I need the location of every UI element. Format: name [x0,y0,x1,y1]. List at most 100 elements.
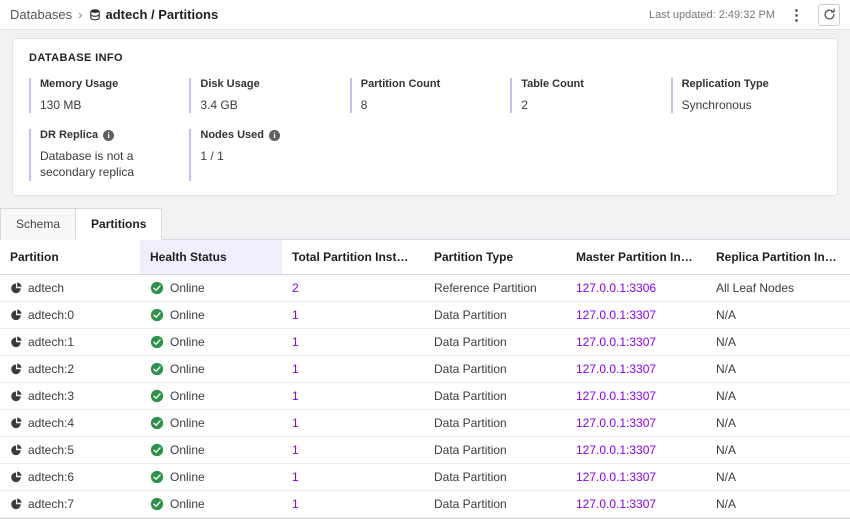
replica-instance-cell: N/A [706,382,850,409]
master-instance-link[interactable]: 127.0.0.1:3307 [576,335,656,349]
column-header[interactable]: Total Partition Instances [282,240,424,275]
online-check-icon [150,389,164,403]
replica-instance-cell: N/A [706,463,850,490]
partitions-table: PartitionHealth StatusTotal Partition In… [0,240,850,518]
online-check-icon [150,281,164,295]
partition-type-cell: Data Partition [424,382,566,409]
kebab-menu-icon[interactable]: ⋮ [785,6,808,24]
replica-instance-cell: All Leaf Nodes [706,274,850,301]
page-title: adtech / Partitions [106,7,219,22]
online-check-icon [150,308,164,322]
master-instance-link[interactable]: 127.0.0.1:3307 [576,389,656,403]
master-instance-cell: 127.0.0.1:3306 [566,274,706,301]
master-instance-link[interactable]: 127.0.0.1:3306 [576,281,656,295]
partition-name: adtech:7 [28,497,74,511]
tab-schema[interactable]: Schema [0,208,75,240]
stat-value: 2 [521,97,651,113]
replica-instance-cell: N/A [706,355,850,382]
last-updated-text: Last updated: 2:49:32 PM [649,9,775,21]
partition-cell: adtech [0,274,140,301]
total-instances-cell: 1 [282,436,424,463]
partition-cell: adtech:2 [0,355,140,382]
partition-name: adtech:0 [28,308,74,322]
total-instances-cell: 1 [282,355,424,382]
table-row: adtech:3 Online1Data Partition127.0.0.1:… [0,382,850,409]
master-instance-cell: 127.0.0.1:3307 [566,490,706,517]
column-header[interactable]: Master Partition Instance ... [566,240,706,275]
refresh-icon [823,8,836,21]
partition-pie-icon [10,444,22,456]
total-instances-link[interactable]: 1 [292,389,299,403]
master-instance-link[interactable]: 127.0.0.1:3307 [576,470,656,484]
health-status-cell: Online [140,274,282,301]
total-instances-link[interactable]: 1 [292,497,299,511]
column-header[interactable]: Health Status [140,240,282,275]
online-check-icon [150,362,164,376]
stat-label: Partition Count [361,78,500,90]
health-status-text: Online [170,497,205,511]
column-header[interactable]: Partition Type [424,240,566,275]
partition-type-cell: Data Partition [424,436,566,463]
online-check-icon [150,470,164,484]
table-row: adtech:6 Online1Data Partition127.0.0.1:… [0,463,850,490]
master-instance-link[interactable]: 127.0.0.1:3307 [576,443,656,457]
stat-value: Synchronous [682,97,812,113]
partition-cell: adtech:3 [0,382,140,409]
replica-instance-cell: N/A [706,409,850,436]
total-instances-link[interactable]: 1 [292,416,299,430]
tabs-row: SchemaPartitions [0,208,850,240]
partition-type-cell: Data Partition [424,301,566,328]
breadcrumb-databases-link[interactable]: Databases [10,7,72,22]
stat-label: Disk Usage [200,78,339,90]
partition-name: adtech:6 [28,470,74,484]
partition-name: adtech [28,281,64,295]
replica-instance-cell: N/A [706,436,850,463]
refresh-button[interactable] [818,4,840,26]
health-status-text: Online [170,443,205,457]
total-instances-cell: 1 [282,301,424,328]
health-status-text: Online [170,470,205,484]
stat-value: 3.4 GB [200,97,330,113]
master-instance-cell: 127.0.0.1:3307 [566,355,706,382]
online-check-icon [150,497,164,511]
table-row: adtech:4 Online1Data Partition127.0.0.1:… [0,409,850,436]
master-instance-cell: 127.0.0.1:3307 [566,436,706,463]
stat-block: Memory Usage 130 MB [29,78,179,113]
info-icon[interactable]: i [103,130,114,141]
info-stats-grid: Memory Usage 130 MB Disk Usage 3.4 GB Pa… [29,78,821,181]
column-header[interactable]: Partition [0,240,140,275]
total-instances-link[interactable]: 1 [292,335,299,349]
stat-label-text: Disk Usage [200,78,259,90]
tab-partitions[interactable]: Partitions [75,208,162,240]
partition-cell: adtech:4 [0,409,140,436]
stat-label-text: Nodes Used [200,129,264,141]
table-row: adtech:7 Online 1 Data Partition 127.0.0.1:… [0,490,850,517]
total-instances-link[interactable]: 1 [292,470,299,484]
total-instances-cell: 1 [282,463,424,490]
column-header[interactable]: Replica Partition Instance ... [706,240,850,275]
stat-block: DR Replica i Database is not a secondary… [29,129,179,180]
total-instances-link[interactable]: 2 [292,281,299,295]
total-instances-link[interactable]: 1 [292,362,299,376]
database-info-card: DATABASE INFO Memory Usage 130 MB Disk U… [12,38,838,196]
info-icon[interactable]: i [269,130,280,141]
total-instances-link[interactable]: 1 [292,443,299,457]
online-check-icon [150,335,164,349]
stat-value: 1 / 1 [200,148,330,164]
stat-label: DR Replica i [40,129,179,141]
stat-label-text: Replication Type [682,78,769,90]
master-instance-link[interactable]: 127.0.0.1:3307 [576,362,656,376]
master-instance-cell: 127.0.0.1:3307 [566,328,706,355]
table-row: adtech:0 Online 1 Data Partition 127.0.0.1:… [0,301,850,328]
health-status-cell: Online [140,490,282,517]
health-status-text: Online [170,308,205,322]
partitions-table-panel: PartitionHealth StatusTotal Partition In… [0,240,850,519]
master-instance-link[interactable]: 127.0.0.1:3307 [576,497,656,511]
total-instances-cell: 1 [282,409,424,436]
total-instances-link[interactable]: 1 [292,308,299,322]
master-instance-link[interactable]: 127.0.0.1:3307 [576,416,656,430]
table-row: adtech:5 Online1Data Partition127.0.0.1:… [0,436,850,463]
master-instance-link[interactable]: 127.0.0.1:3307 [576,308,656,322]
partition-type-cell: Data Partition [424,490,566,517]
health-status-cell: Online [140,436,282,463]
